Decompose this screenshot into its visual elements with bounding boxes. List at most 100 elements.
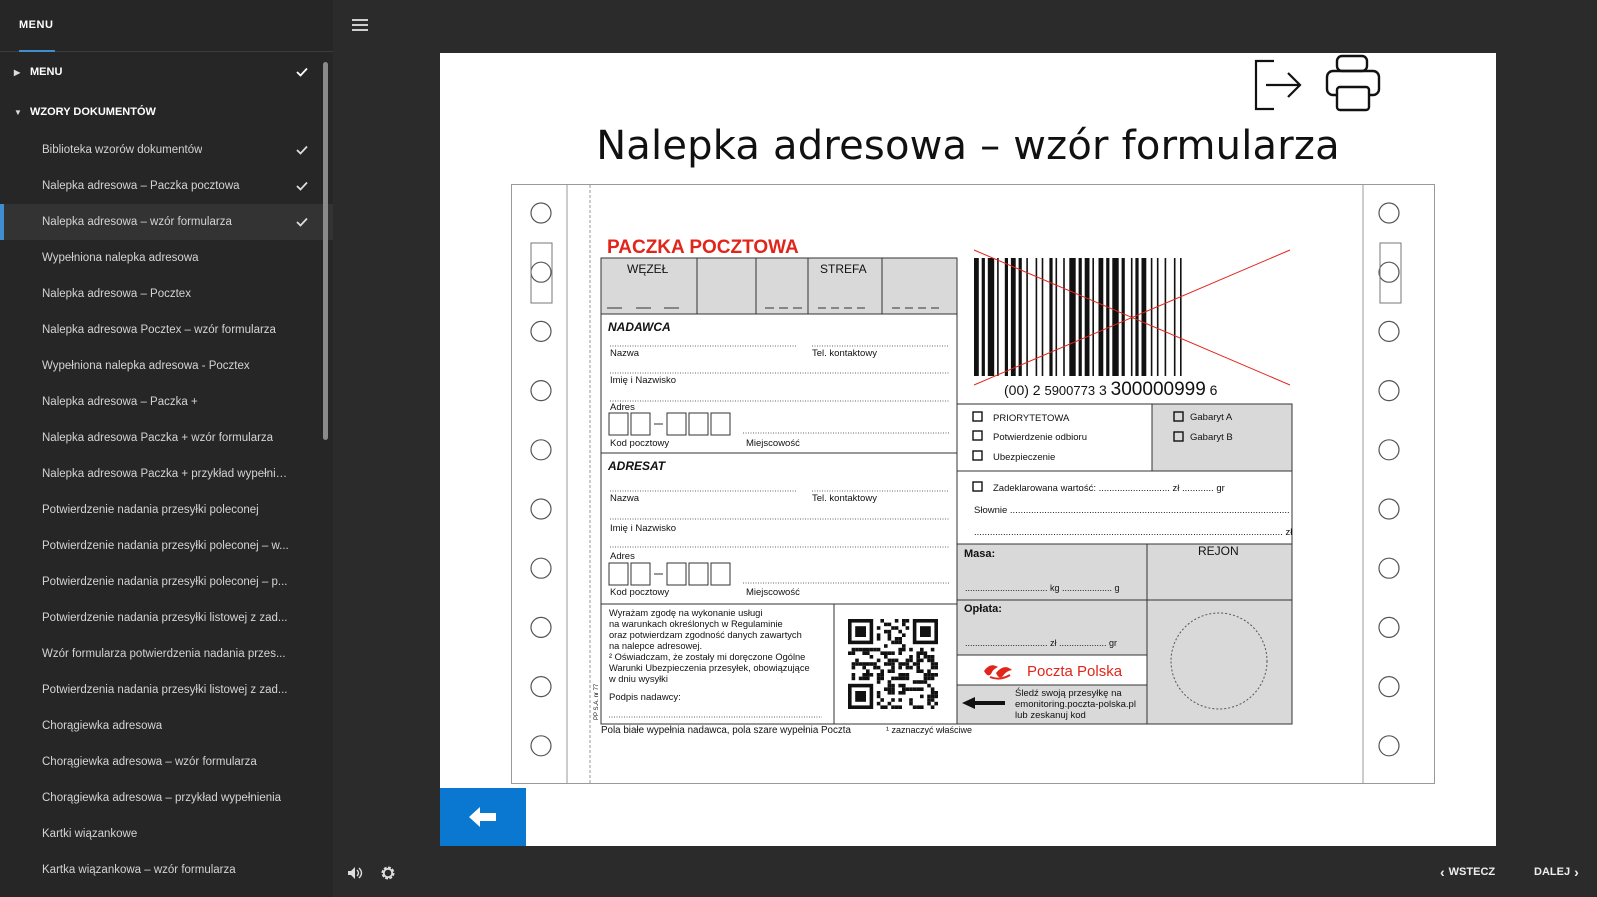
sidebar-scrollbar[interactable] <box>323 62 328 440</box>
slownie-label: Słownie ................................… <box>974 505 1290 516</box>
potwierdzenie-label: Potwierdzenie odbioru <box>993 432 1087 443</box>
sidebar-item-label: Nalepka adresowa – wzór formularza <box>42 216 232 228</box>
print-icon[interactable] <box>1323 53 1383 113</box>
sidebar-item-label: Chorągiewka adresowa <box>42 720 163 732</box>
nazwa-label-2: Nazwa <box>610 493 640 504</box>
prev-label: WSTECZ <box>1448 866 1496 878</box>
sidebar-item[interactable]: Kartka wiązankowa – wzór formularza <box>0 852 333 888</box>
sidebar-item[interactable]: Nalepka adresowa – Paczka + <box>0 384 333 420</box>
sidebar-item[interactable]: Nalepka adresowa Paczka + wzór formularz… <box>0 420 333 456</box>
sidebar-item[interactable]: Potwierdzenie nadania przesyłki polecone… <box>0 564 333 600</box>
sidebar-item-label: Nalepka adresowa – Pocztex <box>42 288 191 300</box>
form-footer: Pola białe wypełnia nadawca, pola szare … <box>601 725 852 736</box>
sidebar: MENU ▶ MENU ▼ WZORY DOKUMENTÓW Bibliotek… <box>0 0 333 897</box>
sidebar-item-label: Nalepka adresowa – Paczka + <box>42 396 198 408</box>
zgoda-line-6: Warunki Ubezpieczenia przesyłek, obowiąz… <box>609 663 810 673</box>
sidebar-item-label: Potwierdzenia nadania przesyłki listowej… <box>42 684 288 696</box>
sidebar-item[interactable]: Biblioteka wzorów dokumentów <box>0 132 333 168</box>
address-label-form: PACZKA POCZTOWA WĘZEŁ STREFA NADAWCA Naz… <box>511 184 1435 784</box>
sidebar-item[interactable]: Wypełniona nalepka adresowa <box>0 240 333 276</box>
imie-label-2: Imię i Nazwisko <box>610 523 676 534</box>
content-panel: Nalepka adresowa – wzór formularza PACZK… <box>440 53 1496 846</box>
sidebar-item[interactable]: Kartki wiązankowe <box>0 816 333 852</box>
sidebar-item[interactable]: Nalepka adresowa Pocztex – wzór formular… <box>0 312 333 348</box>
sidebar-section-label: MENU <box>30 66 63 78</box>
form-heading: PACZKA POCZTOWA <box>607 237 799 258</box>
sledz-line-2: emonitoring.poczta-polska.pl <box>1015 699 1136 710</box>
sidebar-item-label: Kartki wiązankowe <box>42 828 138 840</box>
sidebar-item[interactable]: Wzór formularza potwierdzenia nadania pr… <box>0 636 333 672</box>
kod-label: Kod pocztowy <box>610 438 669 449</box>
sidebar-item[interactable]: Wypełniona nalepka adresowa - Pocztex <box>0 348 333 384</box>
oplata-line: ................................. zł ...… <box>965 638 1117 648</box>
arrow-left-icon <box>469 807 496 827</box>
miejscowosc-label-2: Miejscowość <box>746 587 800 598</box>
zgoda-line-3: oraz potwierdzam zgodność danych zawarty… <box>609 630 802 640</box>
zgoda-line-5: ² Oświadczam, że zostały mi doręczone Og… <box>609 652 805 662</box>
sidebar-item-label: Wypełniona nalepka adresowa <box>42 252 199 264</box>
zgoda-line-4: na nalepce adresowej. <box>609 641 702 651</box>
masa-line: ................................. kg ...… <box>965 583 1120 593</box>
poczta-polska-label: Poczta Polska <box>1027 663 1123 680</box>
sidebar-item-list: Biblioteka wzorów dokumentów Nalepka adre… <box>0 132 333 888</box>
imie-label: Imię i Nazwisko <box>610 375 676 386</box>
ubezpieczenie-label: Ubezpieczenie <box>993 452 1055 463</box>
sidebar-item[interactable]: Nalepka adresowa – Paczka pocztowa <box>0 168 333 204</box>
strefa-label: STREFA <box>820 262 867 276</box>
sidebar-section-wzory[interactable]: ▼ WZORY DOKUMENTÓW <box>0 92 333 132</box>
sidebar-item[interactable]: Chorągiewka adresowa <box>0 708 333 744</box>
sidebar-item-label: Wypełniona nalepka adresowa - Pocztex <box>42 360 250 372</box>
podpis-label: Podpis nadawcy: <box>609 692 681 703</box>
next-button[interactable]: DALEJ › <box>1534 865 1579 879</box>
ppsa-label: PP S.A. nr 77 <box>594 683 600 720</box>
wezel-label: WĘZEŁ <box>627 262 669 276</box>
hamburger-menu-icon[interactable] <box>352 19 368 31</box>
caret-down-icon: ▼ <box>14 107 22 117</box>
zgoda-line-7: w dniu wysyłki <box>608 674 668 684</box>
nazwa-label: Nazwa <box>610 348 640 359</box>
oplata-label: Opłata: <box>964 603 1002 615</box>
checkmark-icon <box>296 181 308 191</box>
speaker-icon[interactable] <box>347 866 363 880</box>
nadawca-label: NADAWCA <box>608 320 671 334</box>
checkmark-icon <box>296 145 308 155</box>
sidebar-item-label: Potwierdzenie nadania przesyłki polecone… <box>42 540 289 552</box>
sidebar-item-label: Nalepka adresowa Paczka + wzór formularz… <box>42 432 274 444</box>
barcode <box>974 258 1182 376</box>
prev-button[interactable]: ‹ WSTECZ <box>1440 865 1496 879</box>
sidebar-item[interactable]: Chorągiewka adresowa – przykład wypełnie… <box>0 780 333 816</box>
sidebar-item[interactable]: Chorągiewka adresowa – wzór formularza <box>0 744 333 780</box>
sidebar-item-label: Biblioteka wzorów dokumentów <box>42 144 203 156</box>
qr-code <box>848 619 938 709</box>
barcode-number: (00) 2 5900773 3 300000999 6 <box>1004 379 1218 400</box>
sidebar-item[interactable]: Nalepka adresowa – Pocztex <box>0 276 333 312</box>
slownie-line-2: ........................................… <box>974 527 1293 538</box>
sidebar-item-label: Potwierdzenie nadania przesyłki listowej… <box>42 612 288 624</box>
sidebar-item-label: Potwierdzenie nadania przesyłki polecone… <box>42 576 288 588</box>
sidebar-title: MENU <box>19 19 54 31</box>
adres-label: Adres <box>610 402 635 413</box>
priorytetowa-label: PRIORYTETOWA <box>993 413 1070 424</box>
exit-icon[interactable] <box>1252 57 1304 113</box>
page-title: Nalepka adresowa – wzór formularza <box>596 123 1340 169</box>
next-label: DALEJ <box>1534 866 1571 878</box>
sidebar-item[interactable]: Potwierdzenie nadania przesyłki listowej… <box>0 600 333 636</box>
sidebar-item[interactable]: Potwierdzenie nadania przesyłki polecone… <box>0 528 333 564</box>
sidebar-item[interactable]: Nalepka adresowa Paczka + przykład wypeł… <box>0 456 333 492</box>
tel-label: Tel. kontaktowy <box>812 348 877 359</box>
adresat-label: ADRESAT <box>607 459 667 473</box>
sidebar-header: MENU <box>0 0 333 52</box>
miejscowosc-label: Miejscowość <box>746 438 800 449</box>
sidebar-item-label: Kartka wiązankowa – wzór formularza <box>42 864 236 876</box>
back-button[interactable] <box>440 788 526 846</box>
sidebar-item[interactable]: Potwierdzenie nadania przesyłki polecone… <box>0 492 333 528</box>
sidebar-item-label: Nalepka adresowa Paczka + przykład wypeł… <box>42 468 290 480</box>
sidebar-section-menu[interactable]: ▶ MENU <box>0 52 333 92</box>
sidebar-item[interactable]: Potwierdzenia nadania przesyłki listowej… <box>0 672 333 708</box>
adres-label-2: Adres <box>610 551 635 562</box>
sidebar-section-label: WZORY DOKUMENTÓW <box>30 106 156 118</box>
gear-icon[interactable] <box>380 865 396 881</box>
sidebar-item[interactable]: Nalepka adresowa – wzór formularza <box>0 204 333 240</box>
sidebar-item-label: Nalepka adresowa – Paczka pocztowa <box>42 180 240 192</box>
sledz-line-3: lub zeskanuj kod <box>1015 710 1086 721</box>
